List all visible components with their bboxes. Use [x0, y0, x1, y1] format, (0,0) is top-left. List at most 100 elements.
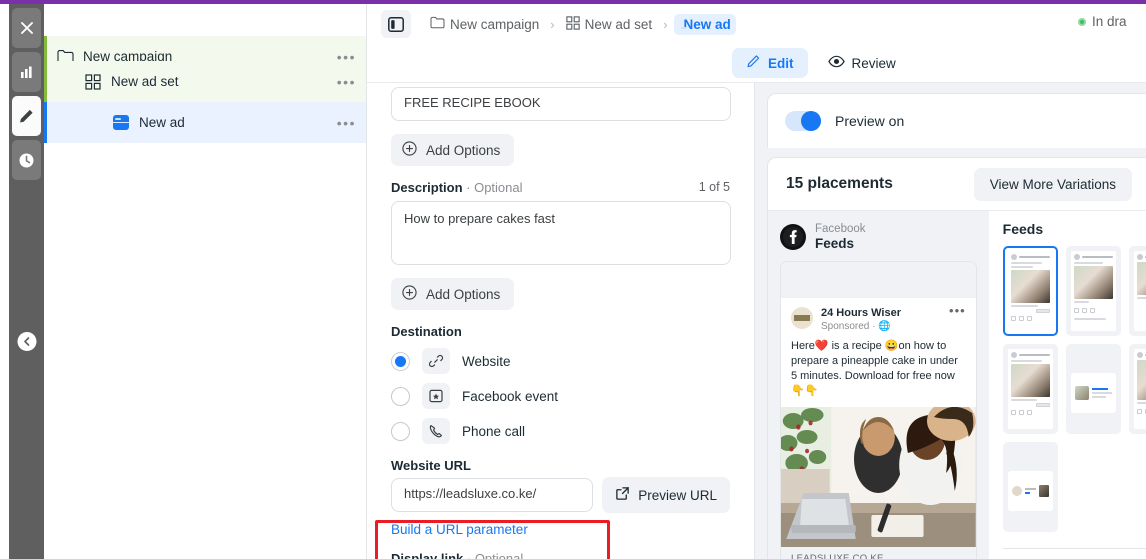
headline-input[interactable]: FREE RECIPE EBOOK [391, 87, 731, 121]
ad-domain: LEADSLUXE.CO.KE [791, 553, 884, 559]
add-options-label-1: Add Options [426, 142, 501, 158]
chart-icon[interactable] [12, 52, 41, 92]
thumbnail-item[interactable] [1065, 246, 1121, 336]
ad-preview-mock: 24 Hours Wiser Sponsored · 🌐 ••• Here❤️ … [780, 261, 977, 559]
status-dot-icon [1078, 17, 1086, 26]
preview-card-header: 15 placements View More Variations [768, 158, 1146, 210]
adset-row-menu-icon[interactable]: ••• [337, 75, 356, 89]
tree-row-adset[interactable]: New ad set ••• [44, 61, 366, 102]
breadcrumb-item-adset[interactable]: New ad set [561, 13, 658, 36]
plus-circle-icon [402, 285, 417, 303]
display-link-optional-text: · Optional [466, 551, 524, 559]
preview-toggle-switch[interactable] [785, 111, 821, 131]
breadcrumb-label-campaign: New campaign [450, 16, 540, 32]
description-optional-text: · Optional [466, 180, 523, 195]
thumbnail-item[interactable] [1065, 344, 1121, 434]
grid-icon [84, 73, 102, 91]
status-badge: In dra [1078, 14, 1146, 29]
thumbnail-item[interactable] [1002, 344, 1058, 434]
tab-edit-label: Edit [768, 55, 794, 71]
row-accent-bar [44, 61, 47, 102]
radio-website[interactable] [391, 351, 410, 371]
plus-circle-icon [402, 141, 417, 159]
description-field-label: 1 of 5 Description · Optional [391, 180, 730, 195]
panel-toggle-icon[interactable] [381, 10, 411, 38]
thumbnail-item[interactable] [1002, 442, 1058, 532]
destination-label-facebook-event: Facebook event [462, 388, 559, 404]
website-url-row: https://leadsluxe.co.ke/ Preview URL [391, 477, 730, 513]
ad-row-menu-icon[interactable]: ••• [337, 116, 356, 130]
description-textarea[interactable]: How to prepare cakes fast [391, 201, 731, 265]
add-options-button-1[interactable]: Add Options [391, 134, 515, 166]
thumbnail-item[interactable] [1128, 246, 1146, 336]
breadcrumb-item-campaign[interactable]: New campaign [425, 13, 544, 35]
ad-page-name: 24 Hours Wiser [821, 307, 901, 319]
radio-facebook-event[interactable] [391, 386, 410, 406]
tree-label-adset: New ad set [111, 74, 179, 89]
thumbnail-item[interactable] [1128, 344, 1146, 434]
destination-option-phone-call[interactable]: Phone call [391, 418, 730, 444]
pencil-icon [746, 54, 761, 72]
breadcrumb-item-ad[interactable]: New ad [673, 13, 736, 35]
thumbnail-group-divider [1002, 548, 1146, 549]
edit-review-tabs: Edit Review [367, 44, 1146, 82]
mock-page-row: 24 Hours Wiser Sponsored · 🌐 ••• [781, 298, 976, 337]
breadcrumb-separator: › [663, 16, 668, 32]
radio-phone-call[interactable] [391, 421, 410, 441]
thumbnail-grid-feeds [1002, 246, 1146, 532]
header-bar: New campaign › New ad set › New ad In dr… [367, 4, 1146, 44]
phone-icon [422, 418, 450, 444]
build-url-parameter-link[interactable]: Build a URL parameter [391, 522, 528, 537]
destination-option-website[interactable]: Website [391, 348, 730, 374]
ad-link-footer: LEADSLUXE.CO.KE FREE RECIPE EBOOK DOWNLO… [781, 547, 976, 559]
status-label: In dra [1092, 14, 1127, 29]
campaign-row-menu-icon[interactable]: ••• [337, 50, 356, 64]
preview-card-body: Facebook Feeds 24 Hours Wiser Sponsored … [768, 210, 1146, 559]
external-link-icon [615, 486, 630, 504]
view-more-variations-button[interactable]: View More Variations [973, 167, 1132, 201]
preview-toggle-card: Preview on [767, 93, 1146, 148]
tab-edit[interactable]: Edit [732, 48, 808, 78]
collapse-panel-icon[interactable] [17, 332, 36, 351]
destination-option-facebook-event[interactable]: Facebook event [391, 383, 730, 409]
breadcrumb-separator: › [550, 16, 555, 32]
avatar [791, 307, 813, 329]
add-options-label-2: Add Options [426, 286, 501, 302]
placement-thumbnails-column: Feeds [988, 211, 1146, 559]
left-icon-rail [9, 4, 44, 559]
clock-icon[interactable] [12, 140, 41, 180]
placements-count-label: 15 placements [786, 175, 893, 192]
ad-icon [112, 114, 130, 132]
ad-post-menu-icon[interactable]: ••• [949, 304, 966, 317]
placement-label: Feeds [815, 236, 855, 251]
add-options-button-2[interactable]: Add Options [391, 278, 515, 310]
breadcrumb: New campaign › New ad set › New ad [425, 13, 736, 36]
destination-label-phone-call: Phone call [462, 423, 526, 439]
campaign-tree-panel: New campaign ••• New ad set ••• New ad •… [44, 4, 367, 559]
display-link-label: Display link · Optional [391, 551, 730, 559]
preview-card: 15 placements View More Variations Faceb… [767, 157, 1146, 559]
main-area: New campaign › New ad set › New ad In dr… [367, 4, 1146, 559]
pencil-icon[interactable] [12, 96, 41, 136]
preview-url-button[interactable]: Preview URL [602, 477, 730, 513]
placement-header: Facebook Feeds [780, 223, 977, 251]
destination-label: Destination [391, 324, 462, 339]
folder-icon [430, 16, 445, 32]
tab-review[interactable]: Review [814, 49, 910, 77]
close-icon[interactable] [12, 8, 41, 48]
ad-sponsored-label: Sponsored · 🌐 [821, 321, 891, 332]
tree-row-ad[interactable]: New ad ••• [44, 102, 366, 143]
content-split: FREE RECIPE EBOOK Add Options 1 of 5 Des… [367, 82, 1146, 559]
description-label-text: Description [391, 180, 463, 195]
app-window: New campaign ••• New ad set ••• New ad •… [0, 0, 1146, 559]
breadcrumb-label-ad: New ad [683, 16, 731, 32]
preview-toggle-label: Preview on [835, 113, 905, 129]
ad-edit-form: FREE RECIPE EBOOK Add Options 1 of 5 Des… [367, 82, 755, 559]
website-url-input[interactable]: https://leadsluxe.co.ke/ [391, 478, 594, 512]
event-icon [422, 383, 450, 409]
ad-body-text: Here❤️ is a recipe 😀on how to prepare a … [791, 340, 958, 397]
thumbnail-item[interactable] [1002, 246, 1058, 336]
platform-label: Facebook [815, 223, 866, 235]
description-counter: 1 of 5 [698, 180, 730, 194]
website-url-label: Website URL [391, 458, 471, 473]
